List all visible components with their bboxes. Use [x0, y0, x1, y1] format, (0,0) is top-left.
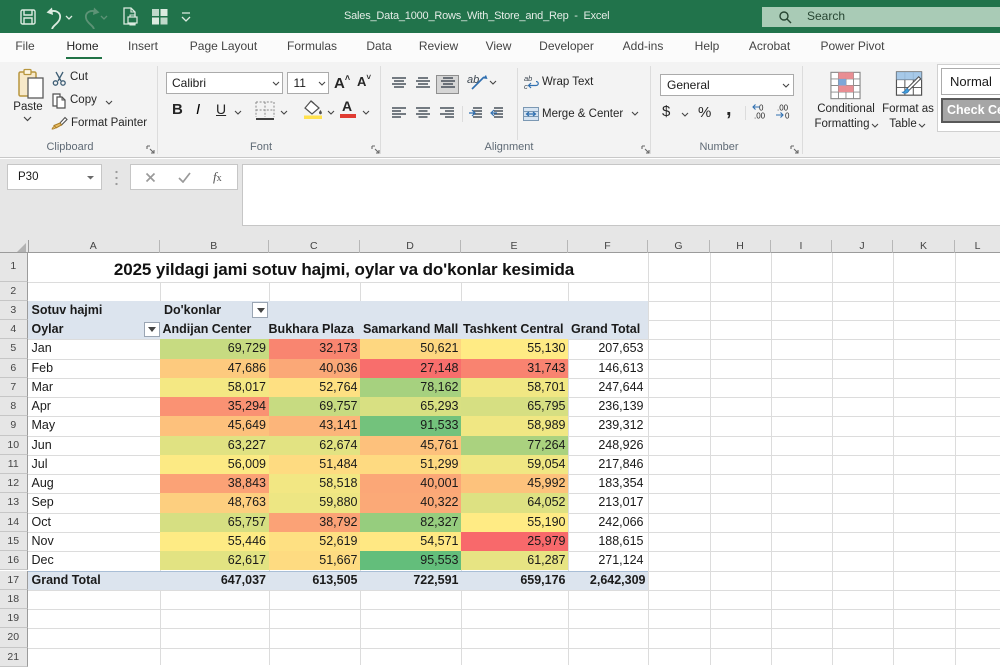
- svg-text:0: 0: [785, 112, 790, 120]
- svg-text:c: c: [524, 82, 528, 89]
- svg-text:.00: .00: [754, 112, 766, 120]
